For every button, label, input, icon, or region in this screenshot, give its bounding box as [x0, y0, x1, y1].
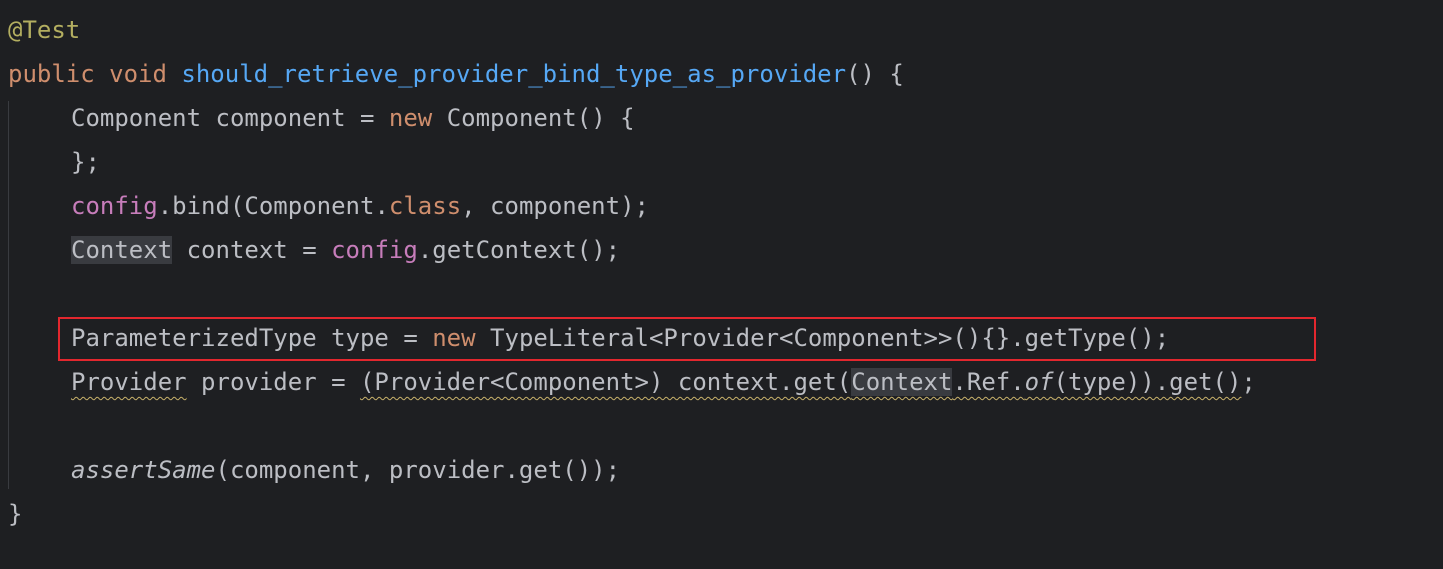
code-line-5[interactable]: config.bind(Component.class, component); [8, 184, 649, 228]
keyword-public: public [8, 60, 95, 88]
context-type-usage-highlight: Context [71, 236, 173, 264]
code-line-3[interactable]: Component component = new Component() { [8, 96, 635, 140]
assert-same-static-call: assertSame [71, 456, 216, 484]
keyword-new: new [388, 104, 433, 132]
code-text: provider = [186, 368, 360, 396]
cast-expression: (Provider<Component>) context.get( [359, 368, 852, 396]
code-line-1[interactable]: @Test [8, 8, 80, 52]
method-signature-rest: () { [846, 60, 904, 88]
keyword-class: class [388, 192, 462, 220]
ref-access: .Ref. [952, 368, 1025, 396]
code-line-9[interactable]: Provider provider = (Provider<Component>… [8, 360, 1256, 404]
semicolon: ; [1241, 368, 1256, 396]
keyword-void: void [109, 60, 167, 88]
code-text: Component component = [71, 104, 389, 132]
code-text: .bind(Component. [157, 192, 389, 220]
code-line-6[interactable]: Context context = config.getContext(); [8, 228, 620, 272]
code-text: (component, provider.get()); [215, 456, 621, 484]
static-method-of: of [1024, 368, 1054, 396]
red-highlight-box [58, 317, 1316, 361]
code-text: context = [172, 236, 332, 264]
provider-type-warning: Provider [71, 368, 187, 396]
code-line-12[interactable]: } [8, 492, 22, 536]
code-text: }; [71, 148, 100, 176]
closing-brace: } [8, 500, 23, 528]
test-annotation: @Test [8, 16, 81, 44]
code-line-2[interactable]: public void should_retrieve_provider_bin… [8, 52, 904, 96]
config-field: config [71, 192, 158, 220]
unchecked-cast-warning: (Provider<Component>) context.get(Contex… [360, 368, 1241, 396]
code-text: Component() { [432, 104, 635, 132]
config-field: config [331, 236, 418, 264]
method-name: should_retrieve_provider_bind_type_as_pr… [181, 60, 847, 88]
code-text: .getContext(); [417, 236, 621, 264]
context-usage-highlight: Context [851, 368, 953, 396]
code-text: (type)).get() [1053, 368, 1242, 396]
code-line-4[interactable]: }; [8, 140, 100, 184]
code-line-11[interactable]: assertSame(component, provider.get()); [8, 448, 620, 492]
code-text: , component); [461, 192, 649, 220]
code-editor[interactable]: @Test public void should_retrieve_provid… [0, 0, 1443, 569]
